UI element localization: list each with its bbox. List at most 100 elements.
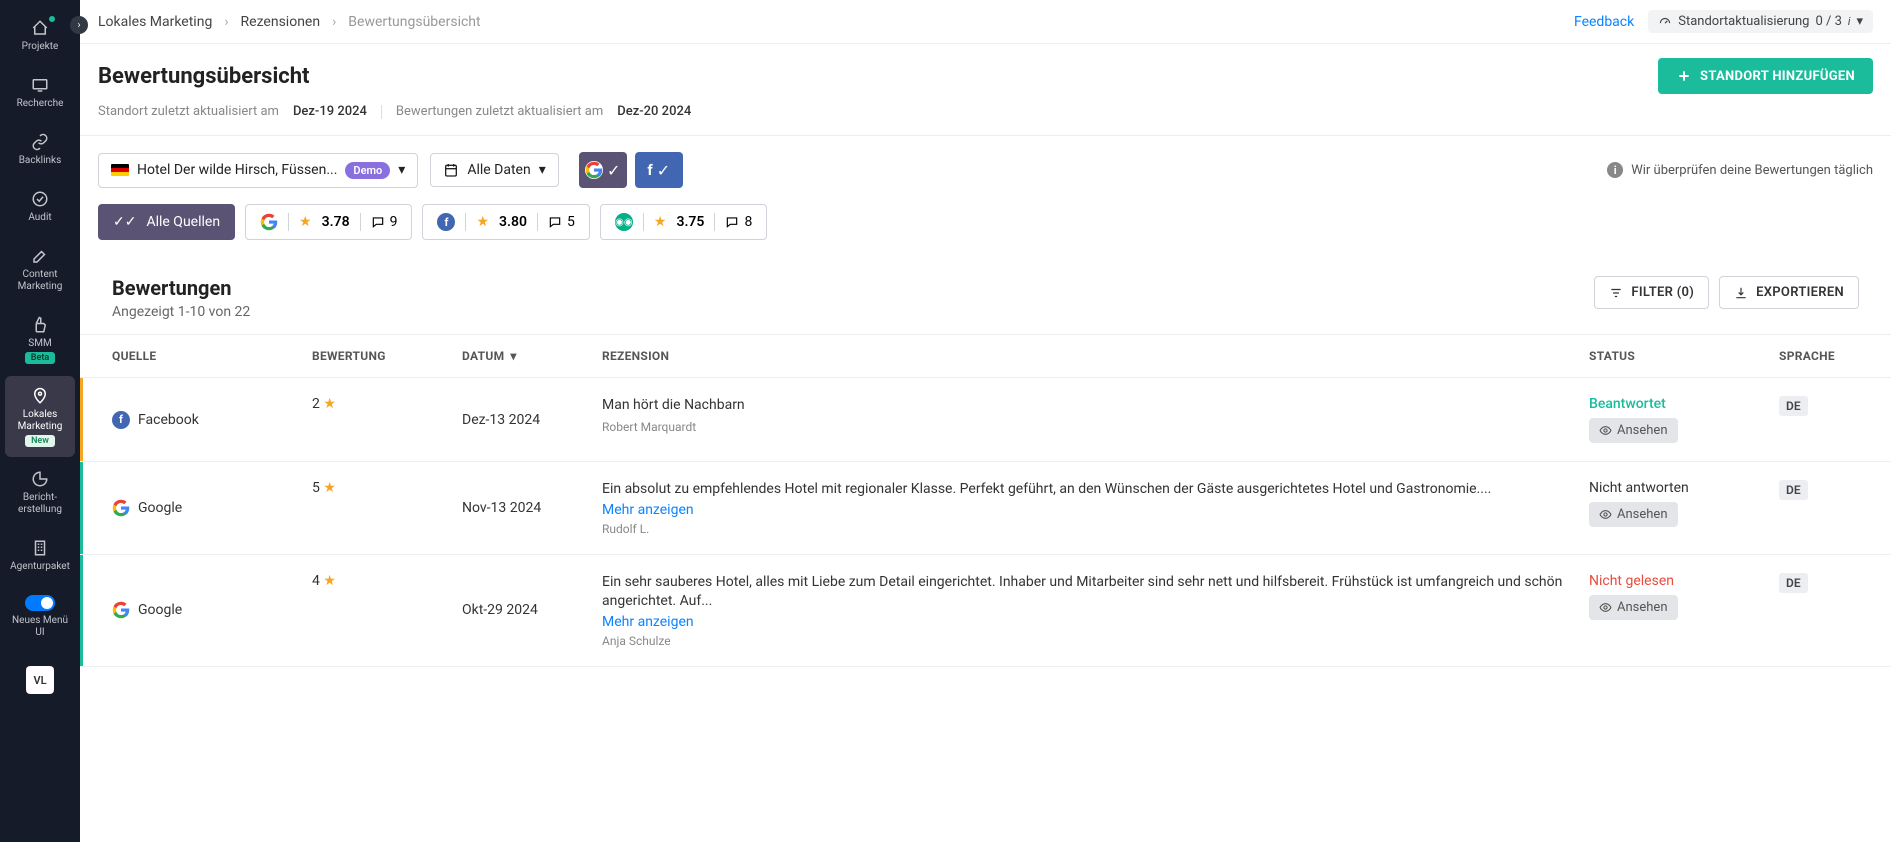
platform-toggle-facebook[interactable]: f ✓: [635, 152, 683, 188]
view-button[interactable]: Ansehen: [1589, 418, 1678, 443]
comment-icon: [548, 215, 562, 229]
rating-value: 3.80: [499, 214, 527, 230]
view-button[interactable]: Ansehen: [1589, 502, 1678, 527]
breadcrumb-item[interactable]: Lokales Marketing: [98, 14, 212, 30]
gauge-icon: [1658, 15, 1672, 29]
eye-icon: [1599, 508, 1612, 521]
toggle-switch-icon[interactable]: [25, 595, 55, 611]
google-icon: [260, 213, 278, 231]
source-chip-google[interactable]: ★ 3.78 9: [245, 204, 412, 240]
table-row: f Facebook 2 ★ Dez-13 2024 Man hört die …: [80, 378, 1891, 462]
source-chip-all[interactable]: ✓✓ Alle Quellen: [98, 204, 235, 240]
sidebar-item-local-marketing[interactable]: Lokales Marketing New: [5, 376, 75, 457]
pie-chart-icon: [30, 469, 50, 489]
source-name: Facebook: [138, 412, 199, 428]
status-label: Nicht gelesen: [1589, 573, 1779, 589]
column-header-source[interactable]: QUELLE: [112, 349, 312, 363]
link-icon: [30, 132, 50, 152]
export-button[interactable]: EXPORTIEREN: [1719, 276, 1859, 309]
sidebar-item-backlinks[interactable]: Backlinks: [5, 122, 75, 177]
plus-icon: [1676, 68, 1692, 84]
chevron-down-icon: ▾: [398, 162, 405, 178]
rating-number: 5: [312, 480, 320, 496]
new-badge: New: [25, 435, 55, 447]
check-icon: ✓: [607, 161, 620, 180]
lang-badge: DE: [1779, 396, 1808, 416]
section-header: Bewertungen Angezeigt 1-10 von 22 FILTER…: [80, 256, 1891, 334]
location-update-count: 0 / 3: [1815, 14, 1841, 29]
column-header-lang[interactable]: SPRACHE: [1779, 349, 1859, 363]
demo-badge: Demo: [345, 162, 390, 179]
column-header-status[interactable]: STATUS: [1589, 349, 1779, 363]
star-icon: ★: [323, 480, 336, 496]
review-count: 8: [744, 214, 752, 230]
sidebar-item-audit[interactable]: Audit: [5, 179, 75, 234]
filter-icon: [1609, 286, 1623, 300]
add-location-label: STANDORT HINZUFÜGEN: [1700, 69, 1855, 84]
page-header: Bewertungsübersicht STANDORT HINZUFÜGEN …: [80, 44, 1891, 136]
add-location-button[interactable]: STANDORT HINZUFÜGEN: [1658, 58, 1873, 94]
check-icon: ✓: [657, 161, 670, 180]
source-chip-facebook[interactable]: f ★ 3.80 5: [422, 204, 589, 240]
google-icon: [112, 499, 130, 517]
chevron-down-icon: ▾: [1856, 14, 1863, 29]
column-header-review[interactable]: REZENSION: [602, 349, 1589, 363]
breadcrumb: Lokales Marketing › Rezensionen › Bewert…: [98, 14, 481, 30]
lang-badge: DE: [1779, 573, 1808, 593]
comment-icon: [371, 215, 385, 229]
date-range-selector[interactable]: Alle Daten ▾: [430, 153, 558, 187]
sidebar-item-content[interactable]: Content Marketing: [5, 236, 75, 303]
chevron-right-icon: ›: [224, 14, 228, 30]
thumbs-up-icon: [30, 315, 50, 335]
flag-de-icon: [111, 164, 129, 176]
show-more-link[interactable]: Mehr anzeigen: [602, 614, 1569, 630]
review-author: Anja Schulze: [602, 634, 1569, 648]
user-avatar[interactable]: VL: [26, 666, 54, 694]
edit-icon: [30, 246, 50, 266]
platform-toggle-google[interactable]: ✓: [579, 152, 627, 188]
show-more-link[interactable]: Mehr anzeigen: [602, 502, 1569, 518]
location-selector[interactable]: Hotel Der wilde Hirsch, Füssen... Demo ▾: [98, 153, 418, 188]
rating-value: 3.75: [676, 214, 704, 230]
sidebar-item-label: Recherche: [17, 98, 64, 110]
sidebar-item-label: Backlinks: [19, 155, 62, 167]
sidebar-item-label: Neues Menü UI: [7, 615, 73, 639]
collapse-sidebar-button[interactable]: ›: [70, 16, 88, 34]
column-header-rating[interactable]: BEWERTUNG: [312, 349, 462, 363]
page-title: Bewertungsübersicht: [98, 64, 310, 89]
status-label: Beantwortet: [1589, 396, 1779, 412]
star-icon: ★: [654, 214, 667, 230]
sidebar-item-reporting[interactable]: Bericht-erstellung: [5, 459, 75, 526]
column-header-date[interactable]: DATUM ▾: [462, 349, 602, 363]
sidebar-item-smm[interactable]: SMM Beta: [5, 305, 75, 374]
filter-button[interactable]: FILTER (0): [1594, 276, 1709, 309]
location-updated-label: Standort zuletzt aktualisiert am: [98, 104, 279, 119]
section-subtitle: Angezeigt 1-10 von 22: [112, 304, 250, 320]
google-icon: [585, 161, 603, 179]
filter-label: FILTER (0): [1631, 285, 1694, 300]
building-icon: [30, 538, 50, 558]
star-icon: ★: [476, 214, 489, 230]
breadcrumb-item[interactable]: Rezensionen: [241, 14, 321, 30]
view-button[interactable]: Ansehen: [1589, 595, 1678, 620]
sidebar-item-projects[interactable]: Projekte: [5, 8, 75, 63]
breadcrumb-current: Bewertungsübersicht: [348, 14, 480, 30]
location-update-badge[interactable]: Standortaktualisierung 0 / 3 i ▾: [1648, 10, 1873, 33]
chevron-right-icon: ›: [332, 14, 336, 30]
chevron-down-icon: ▾: [539, 162, 546, 178]
sidebar-item-research[interactable]: Recherche: [5, 65, 75, 120]
download-icon: [1734, 286, 1748, 300]
topbar: Lokales Marketing › Rezensionen › Bewert…: [80, 0, 1891, 44]
rating-value: 3.78: [322, 214, 350, 230]
sidebar-item-label: Content Marketing: [7, 269, 73, 293]
comment-icon: [725, 215, 739, 229]
star-icon: ★: [323, 573, 336, 589]
facebook-icon: f: [437, 213, 455, 231]
google-icon: [112, 601, 130, 619]
feedback-link[interactable]: Feedback: [1574, 14, 1634, 30]
sidebar-item-new-ui[interactable]: Neues Menü UI: [5, 585, 75, 649]
sidebar-item-label: Bericht-erstellung: [7, 492, 73, 516]
star-icon: ★: [323, 396, 336, 412]
source-chip-tripadvisor[interactable]: ◉◉ ★ 3.75 8: [600, 204, 767, 240]
sidebar-item-agency[interactable]: Agenturpaket: [5, 528, 75, 583]
